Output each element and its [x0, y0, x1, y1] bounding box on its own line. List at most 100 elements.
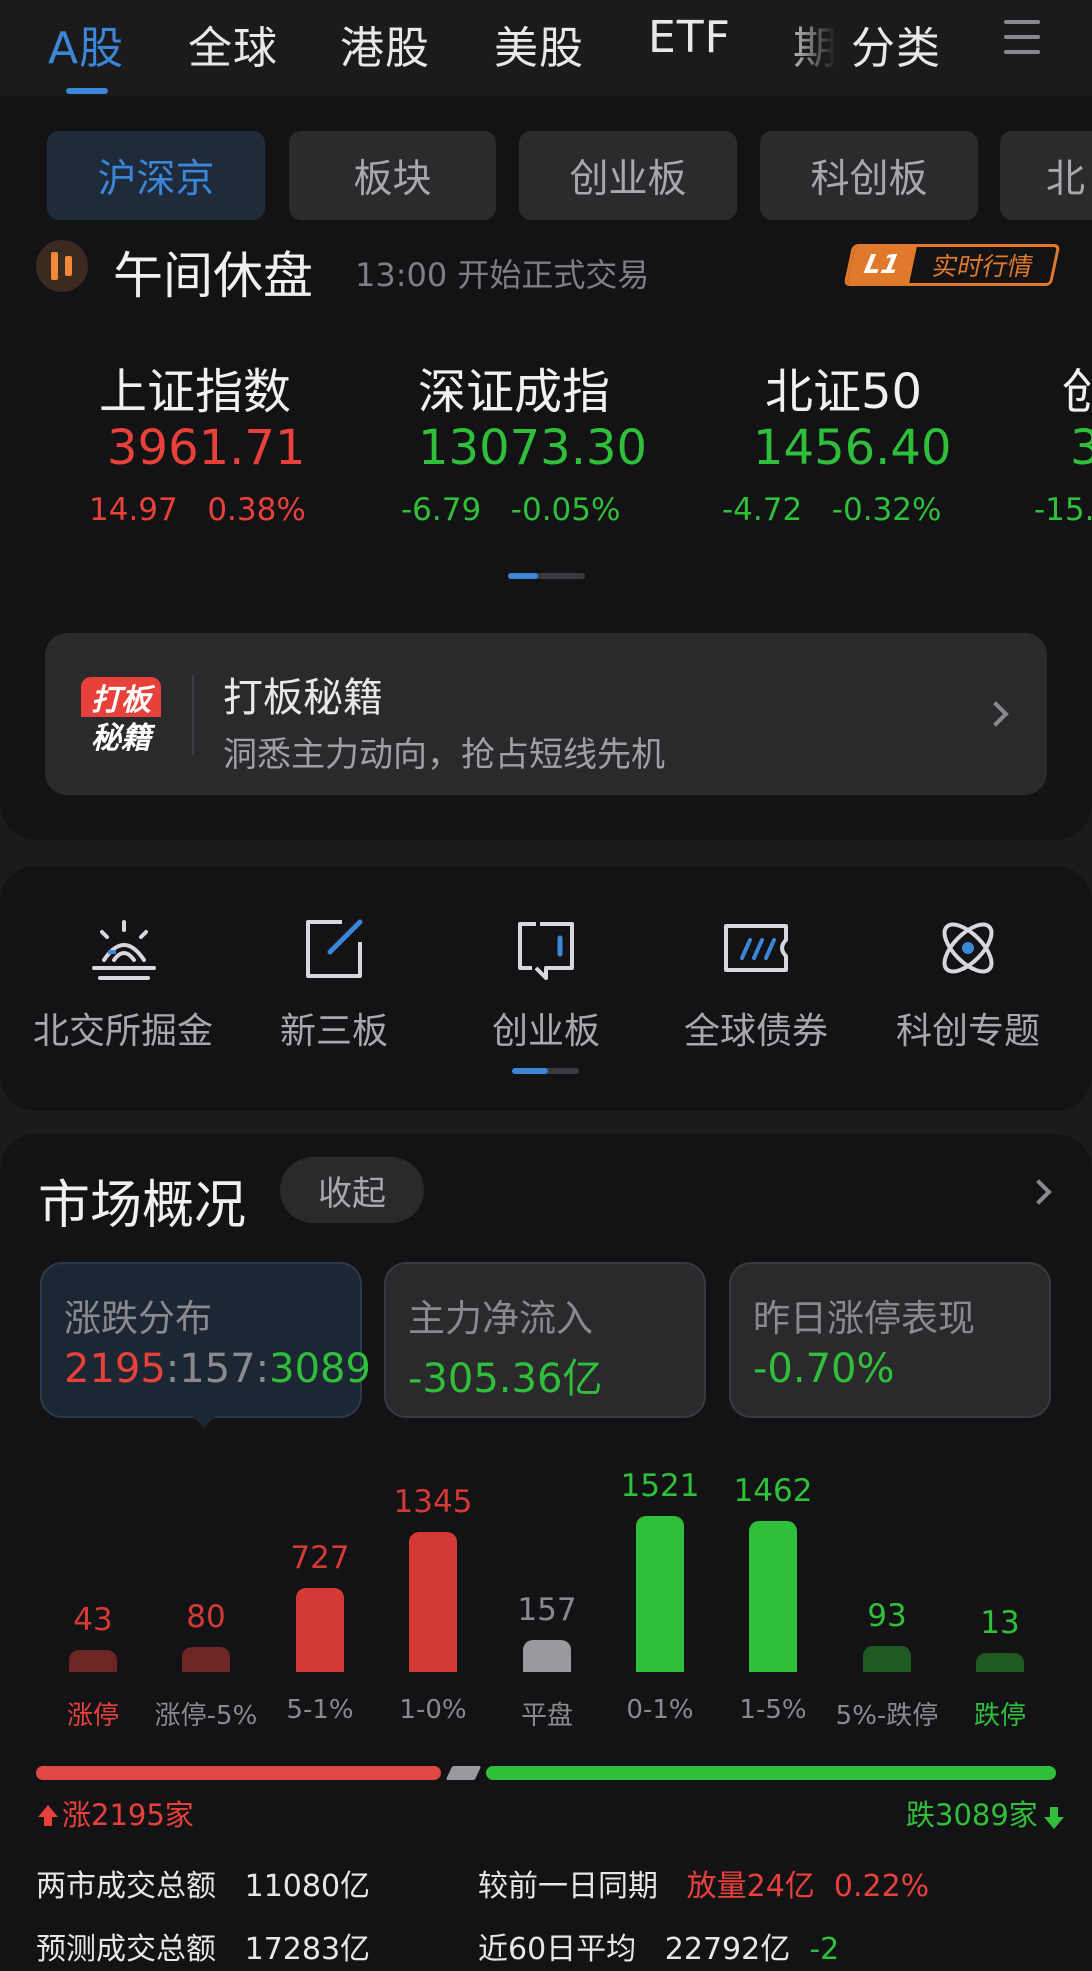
avg-volume-row: 近60日平均 22792亿 -2 — [478, 1932, 840, 1967]
ticket-icon[interactable] — [716, 908, 796, 988]
atom-icon[interactable] — [928, 908, 1008, 988]
market-overview-title: 市场概况 — [38, 1176, 247, 1236]
index-change-bz50: -4.72 -0.32% — [722, 492, 942, 528]
arrow-up-icon — [38, 1805, 58, 1826]
stat-card-limit-up-perf[interactable]: 昨日涨停表现 -0.70% — [729, 1262, 1051, 1418]
distribution-bar — [523, 1639, 571, 1672]
tab-global[interactable]: 全球 — [188, 12, 278, 76]
distribution-bar-label: 1-0% — [399, 1695, 467, 1725]
quick-link-label[interactable]: 全球债券 — [676, 1002, 836, 1054]
index-change-sz: -6.79 -0.05% — [401, 492, 621, 528]
stat-card-distribution[interactable]: 涨跌分布 2195:157:3089 — [40, 1262, 371, 1418]
tab-hk[interactable]: 港股 — [340, 12, 430, 76]
arrow-down-icon — [1043, 1807, 1064, 1829]
tab-etf[interactable]: ETF — [648, 12, 731, 63]
distribution-bar — [409, 1531, 457, 1672]
tab-underline — [66, 88, 108, 94]
stat-title: 涨跌分布 — [64, 1297, 212, 1340]
distribution-bar — [69, 1650, 117, 1672]
rise-count-label: 涨2195家 — [38, 1792, 194, 1834]
market-overview-card — [0, 1134, 1092, 1971]
fall-ratio-bar — [486, 1766, 1056, 1780]
realtime-badge[interactable]: L1 实时行情 — [843, 244, 1061, 286]
distribution-bar-label: 跌停 — [973, 1701, 1026, 1731]
forecast-volume-row: 预测成交总额 17283亿 — [36, 1932, 371, 1967]
stat-card-pointer — [190, 1414, 218, 1428]
subtab-bse[interactable]: 北 — [1000, 131, 1092, 220]
distribution-bar-label: 平盘 — [520, 1701, 573, 1731]
stat-value: -0.70% — [753, 1346, 895, 1392]
index-value-sz: 13073.30 — [418, 420, 648, 476]
promo-title: 打板秘籍 — [223, 675, 383, 721]
fall-count-label: 跌3089家 — [906, 1792, 1064, 1834]
distribution-bar-label: 涨停-5% — [154, 1701, 258, 1731]
stat-value-ratio: 2195:157:3089 — [64, 1346, 371, 1392]
market-status: 午间休盘 — [113, 247, 313, 305]
quick-links-card — [0, 866, 1092, 1111]
promo-subtitle: 洞悉主力动向，抢占短线先机 — [223, 735, 665, 775]
stat-title: 主力净流入 — [408, 1297, 593, 1340]
rise-ratio-bar — [36, 1766, 442, 1780]
index-value-sh: 3961.71 — [107, 420, 306, 476]
distribution-bar-value: 1345 — [393, 1483, 473, 1520]
tab-category[interactable]: 分类 — [851, 12, 941, 76]
distribution-bar-label: 1-5% — [739, 1695, 807, 1725]
distribution-bar-label: 5-1% — [286, 1695, 354, 1725]
l1-label: L1 — [847, 247, 917, 283]
index-name-sh[interactable]: 上证指数 — [99, 352, 291, 422]
distribution-bar-value: 157 — [517, 1591, 577, 1628]
index-change-sh: 14.97 0.38% — [89, 492, 306, 528]
quick-links-page-indicator — [512, 1068, 579, 1074]
distribution-bar-value: 1521 — [620, 1468, 700, 1504]
total-volume-row: 两市成交总额 11080亿 — [36, 1869, 371, 1904]
collapse-button[interactable]: 收起 — [280, 1157, 424, 1223]
quick-link-label[interactable]: 北交所掘金 — [33, 1002, 213, 1054]
distribution-bar-value: 13 — [980, 1604, 1020, 1641]
status-subtitle: 13:00 开始正式交易 — [355, 256, 650, 294]
distribution-bar-value: 727 — [290, 1540, 350, 1577]
index-name-bz50[interactable]: 北证50 — [765, 352, 922, 422]
promo-divider — [192, 675, 194, 755]
distribution-bar-value: 93 — [867, 1597, 907, 1634]
quick-link-label[interactable]: 科创专题 — [878, 1002, 1058, 1054]
distribution-bar-label: 涨停 — [66, 1701, 119, 1731]
index-page-indicator — [508, 573, 585, 579]
promo-logo-icon: 打板 秘籍 — [81, 677, 161, 756]
subtab-star[interactable]: 科创板 — [760, 131, 978, 220]
index-value-bz50: 1456.40 — [753, 420, 952, 476]
subtab-hushenjing[interactable]: 沪深京 — [47, 131, 265, 220]
stat-title: 昨日涨停表现 — [753, 1297, 975, 1340]
volume-compare-row: 较前一日同期 放量24亿 0.22% — [478, 1869, 930, 1904]
index-name-sz[interactable]: 深证成指 — [418, 352, 610, 422]
subtab-chinext[interactable]: 创业板 — [519, 131, 737, 220]
distribution-bar — [863, 1645, 911, 1672]
realtime-label: 实时行情 — [929, 252, 1036, 281]
index-name-cyb[interactable]: 创 — [1062, 352, 1092, 422]
subtab-sector[interactable]: 板块 — [289, 131, 496, 220]
stat-value: -305.36亿 — [408, 1356, 603, 1402]
index-value-cyb: 3 — [1070, 420, 1092, 476]
menu-icon[interactable] — [1004, 20, 1040, 56]
chevron-right-icon — [983, 701, 1009, 727]
tab-a-shares[interactable]: A股 — [48, 12, 124, 76]
sunrise-icon[interactable] — [84, 908, 164, 988]
distribution-bar — [182, 1646, 230, 1672]
tab-fade — [780, 0, 850, 90]
distribution-bar-value: 80 — [186, 1598, 226, 1635]
quick-link-label[interactable]: 创业板 — [466, 1002, 626, 1054]
stat-card-main-inflow[interactable]: 主力净流入 -305.36亿 — [384, 1262, 706, 1418]
distribution-bar — [636, 1516, 684, 1672]
candlestick-icon — [36, 240, 88, 292]
flip-card-icon[interactable] — [506, 908, 586, 988]
distribution-bar-value: 43 — [73, 1602, 113, 1639]
promo-banner[interactable]: 打板 秘籍 打板秘籍 洞悉主力动向，抢占短线先机 — [45, 633, 1047, 795]
tab-us[interactable]: 美股 — [494, 12, 584, 76]
quick-link-label[interactable]: 新三板 — [254, 1002, 414, 1054]
edit-square-icon[interactable] — [294, 908, 374, 988]
index-change-cyb: -15. — [1034, 492, 1092, 528]
market-tabs: A股 全球 港股 美股 ETF 期 分类 — [0, 0, 1092, 96]
distribution-bar — [976, 1652, 1024, 1672]
distribution-bar-label: 0-1% — [626, 1695, 694, 1725]
distribution-bar — [296, 1588, 344, 1672]
distribution-bar — [749, 1521, 797, 1672]
